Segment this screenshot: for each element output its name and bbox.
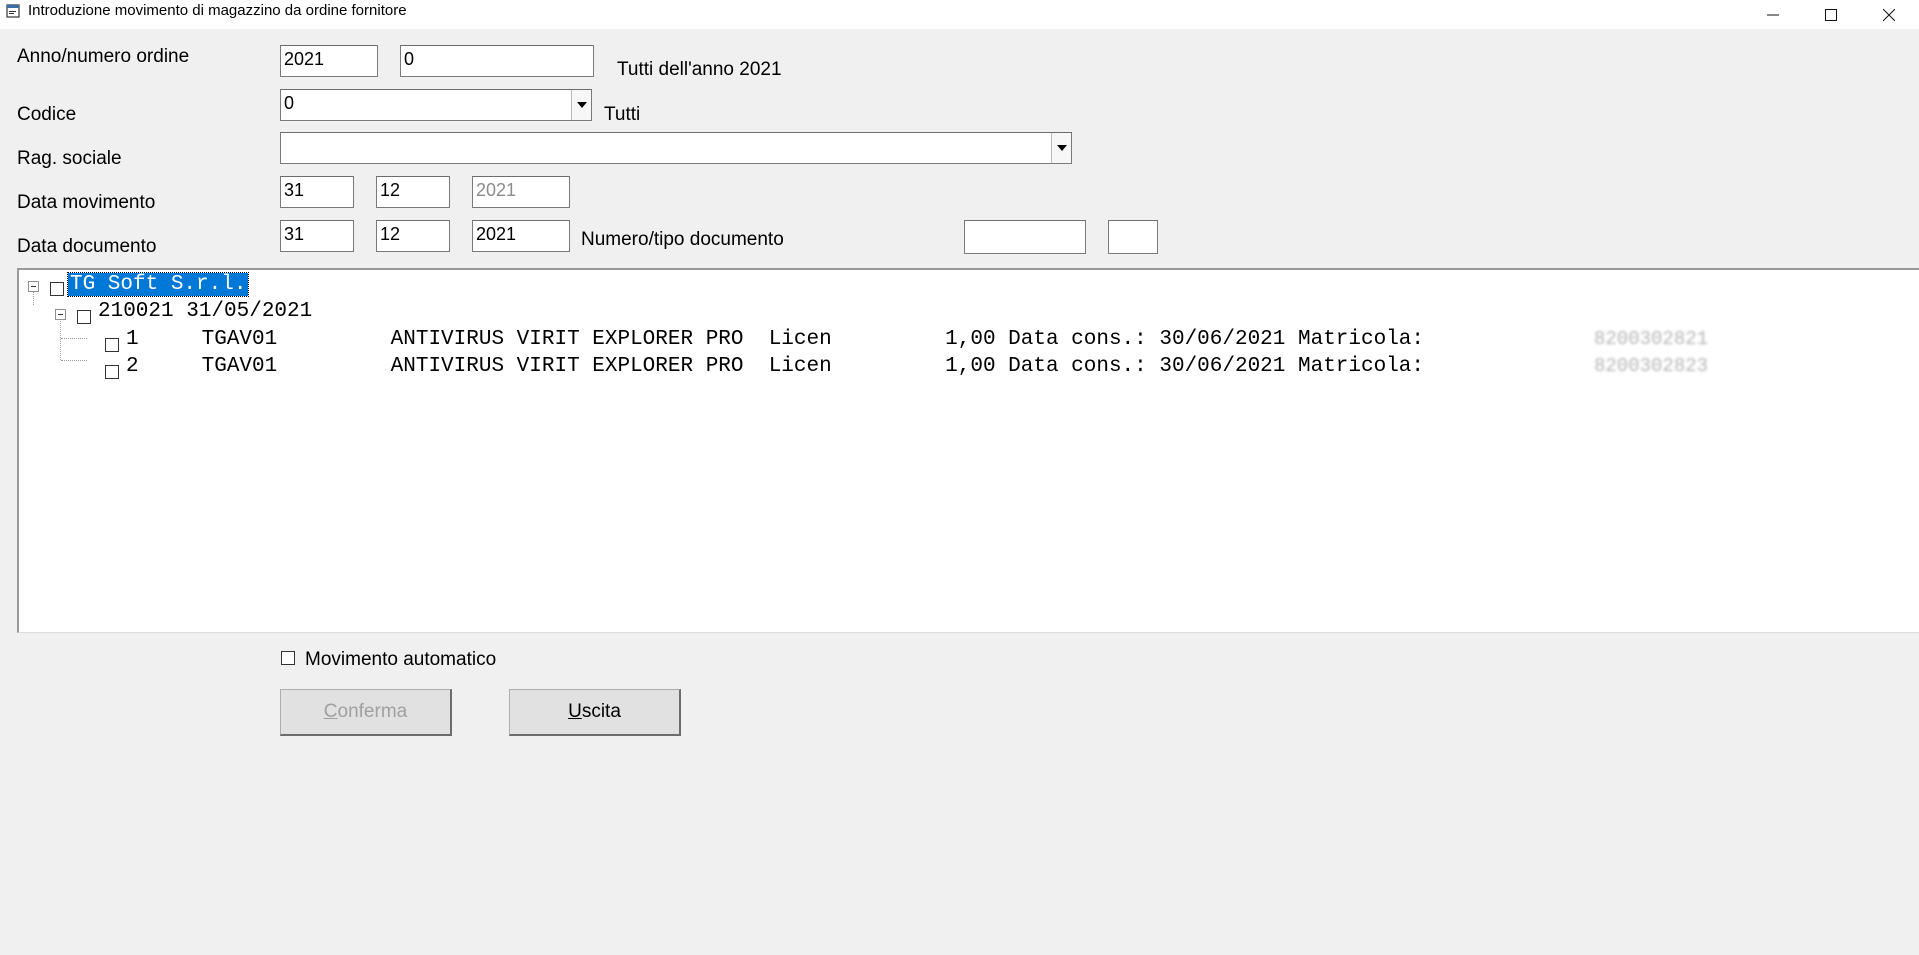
collapse-order-button[interactable] [55,309,66,320]
item-1-text: 1 TGAV01 ANTIVIRUS VIRIT EXPLORER PRO Li… [126,328,1425,351]
anno-hint-text: Tutti dell'anno 2021 [617,59,782,80]
tree-node-root[interactable]: TG Soft S.r.l. [66,271,250,298]
chevron-down-icon [1056,145,1067,151]
root-node-label: TG Soft S.r.l. [66,272,250,297]
title-bar: Introduzione movimento di magazzino da o… [0,0,1919,29]
numero-ordine-input[interactable]: 0 [400,45,594,77]
conferma-label: Conferma [323,701,408,722]
maximize-button[interactable] [1802,0,1860,29]
codice-hint-text: Tutti [604,104,641,125]
collapse-root-button[interactable] [28,281,39,292]
data-documento-day-input[interactable]: 31 [280,220,354,252]
maximize-icon [1825,8,1837,21]
tipo-documento-input[interactable] [1108,220,1158,254]
data-documento-month-input[interactable]: 12 [376,220,450,252]
window-title: Introduzione movimento di magazzino da o… [28,2,407,19]
anno-numero-label: Anno/numero ordine [17,46,190,67]
order-checkbox[interactable] [77,310,91,324]
codice-dropdown-button[interactable] [571,90,591,120]
root-checkbox[interactable] [50,282,64,296]
item-1-matricola: 8200302821 [1594,328,1709,350]
chevron-down-icon [576,102,587,108]
item-2-text: 2 TGAV01 ANTIVIRUS VIRIT EXPLORER PRO Li… [126,355,1425,378]
codice-value: 0 [284,93,295,113]
data-movimento-day-input[interactable]: 31 [280,176,354,208]
minimize-button[interactable] [1744,0,1802,29]
tree-node-item-1[interactable]: 1 TGAV01 ANTIVIRUS VIRIT EXPLORER PRO Li… [126,326,1424,353]
item-1-checkbox[interactable] [105,338,119,352]
numero-documento-input[interactable] [964,220,1086,254]
item-2-checkbox[interactable] [105,365,119,379]
order-tree-view[interactable]: TG Soft S.r.l. 210021 31/05/2021 1 TGAV0… [17,268,1919,633]
data-documento-label: Data documento [17,236,157,257]
close-button[interactable] [1860,0,1918,29]
tree-node-item-2[interactable]: 2 TGAV01 ANTIVIRUS VIRIT EXPLORER PRO Li… [126,353,1424,380]
data-movimento-month-input[interactable]: 12 [376,176,450,208]
data-movimento-label: Data movimento [17,192,156,213]
uscita-button[interactable]: Uscita [509,689,681,736]
data-movimento-year-input: 2021 [472,176,570,208]
movimento-automatico-label: Movimento automatico [305,649,497,670]
status-bar [0,946,1919,955]
close-icon [1883,8,1895,21]
codice-label: Codice [17,104,77,125]
codice-combobox[interactable]: 0 [280,89,592,121]
minimize-icon [1767,14,1779,15]
tree-connector [61,338,87,339]
tree-connector [61,360,87,361]
tree-node-order[interactable]: 210021 31/05/2021 [98,298,312,325]
anno-ordine-input[interactable]: 2021 [280,45,378,77]
item-2-matricola: 8200302823 [1594,355,1709,377]
rag-sociale-combobox[interactable] [280,132,1072,164]
conferma-button[interactable]: Conferma [280,689,452,736]
rag-sociale-dropdown-button[interactable] [1051,133,1071,163]
uscita-label: Uscita [568,701,621,722]
rag-sociale-label: Rag. sociale [17,148,122,169]
movimento-automatico-checkbox[interactable] [281,651,295,665]
numero-tipo-documento-label: Numero/tipo documento [581,229,784,250]
document-window-icon [6,4,20,18]
data-documento-year-input[interactable]: 2021 [472,220,570,252]
